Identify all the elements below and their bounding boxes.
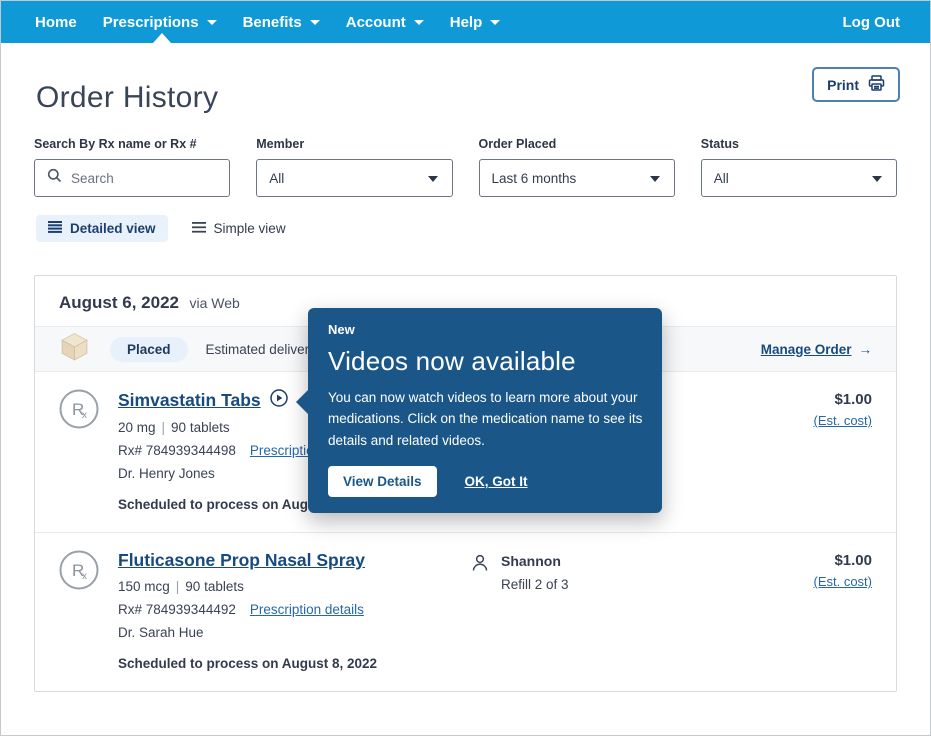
quantity: 90 tablets [185, 579, 244, 594]
svg-text:x: x [82, 410, 87, 421]
nav-item-account-label: Account [346, 14, 406, 31]
detailed-view-icon [48, 221, 62, 236]
nav-item-benefits[interactable]: Benefits [243, 1, 320, 43]
print-button[interactable]: Print [812, 67, 900, 102]
item-price: $1.00 [813, 391, 872, 408]
refill-status: Refill 2 of 3 [501, 577, 569, 592]
package-icon [59, 331, 90, 367]
simple-view-toggle[interactable]: Simple view [192, 221, 286, 236]
popup-actions: View Details OK, Got It [328, 466, 642, 497]
status-select[interactable]: All [701, 159, 897, 197]
filter-bar: Search By Rx name or Rx # Member All Ord… [1, 137, 930, 197]
rx-icon: R x [59, 389, 99, 512]
print-button-label: Print [827, 77, 859, 93]
logout-label: Log Out [843, 14, 900, 31]
view-toggle: Detailed view Simple view [1, 215, 930, 242]
manage-order-link[interactable]: Manage Order → [761, 342, 872, 357]
status-filter-label: Status [701, 137, 897, 151]
manage-order-label: Manage Order [761, 342, 852, 357]
estimated-cost-link[interactable]: (Est. cost) [813, 413, 872, 428]
ok-got-it-link[interactable]: OK, Got It [465, 474, 528, 489]
person-icon [470, 553, 490, 671]
chevron-down-icon [207, 20, 217, 25]
item-details: Fluticasone Prop Nasal Spray 150 mcg|90 … [118, 550, 470, 671]
estimated-delivery-text: Estimated delivery [206, 342, 316, 357]
filter-status: Status All [701, 137, 897, 197]
nav-item-benefits-label: Benefits [243, 14, 302, 31]
rx-icon: R x [59, 550, 99, 671]
top-nav: Home Prescriptions Benefits Account Help… [1, 1, 930, 43]
dose-quantity: 150 mcg|90 tablets [118, 579, 470, 594]
popup-title: Videos now available [328, 346, 642, 377]
member-name: Shannon [501, 553, 569, 569]
medication-name-link[interactable]: Simvastatin Tabs [118, 390, 261, 411]
view-details-button[interactable]: View Details [328, 466, 437, 497]
estimated-cost-link[interactable]: (Est. cost) [813, 574, 872, 589]
filter-search: Search By Rx name or Rx # [34, 137, 230, 197]
search-field [34, 159, 230, 197]
nav-item-help-label: Help [450, 14, 483, 31]
chevron-down-icon [490, 20, 500, 25]
arrow-right-icon: → [859, 342, 873, 357]
popup-new-tag: New [328, 322, 642, 337]
popup-arrow-left [296, 390, 308, 414]
nav-item-help[interactable]: Help [450, 1, 501, 43]
status-badge: Placed [110, 337, 188, 362]
price-column: $1.00 (Est. cost) [813, 550, 872, 671]
order-item-fluticasone: R x Fluticasone Prop Nasal Spray 150 mcg… [35, 533, 896, 691]
item-price: $1.00 [813, 552, 872, 569]
order-placed-filter-label: Order Placed [479, 137, 675, 151]
dose: 150 mcg [118, 579, 170, 594]
search-input[interactable] [71, 171, 211, 186]
order-history-page: Home Prescriptions Benefits Account Help… [0, 0, 931, 736]
order-channel: via Web [189, 295, 239, 311]
nav-item-prescriptions-label: Prescriptions [103, 14, 199, 31]
status-select-value: All [714, 171, 729, 186]
order-placed-select[interactable]: Last 6 months [479, 159, 675, 197]
filter-order-placed: Order Placed Last 6 months [479, 137, 675, 197]
search-icon [47, 168, 62, 188]
prescription-details-link[interactable]: Prescription details [250, 602, 364, 617]
doctor-name: Dr. Sarah Hue [118, 625, 470, 640]
quantity: 90 tablets [171, 420, 230, 435]
price-column: $1.00 (Est. cost) [813, 389, 872, 512]
popup-body-text: You can now watch videos to learn more a… [328, 387, 646, 451]
detailed-view-label: Detailed view [70, 221, 156, 236]
chevron-down-icon [428, 176, 438, 182]
page-title: Order History [36, 81, 218, 115]
order-date: August 6, 2022 [59, 293, 179, 312]
chevron-down-icon [650, 176, 660, 182]
nav-item-account[interactable]: Account [346, 1, 424, 43]
chevron-down-icon [414, 20, 424, 25]
nav-item-home[interactable]: Home [35, 1, 77, 43]
svg-text:x: x [82, 571, 87, 582]
active-nav-indicator [153, 33, 171, 43]
simple-view-label: Simple view [214, 221, 286, 236]
separator: | [170, 579, 186, 594]
separator: | [156, 420, 172, 435]
scheduled-text: Scheduled to process on August 8, 2022 [118, 656, 470, 671]
play-video-icon[interactable] [270, 389, 288, 412]
dose: 20 mg [118, 420, 156, 435]
simple-view-icon [192, 221, 206, 236]
order-placed-select-value: Last 6 months [492, 171, 577, 186]
member-column: Shannon Refill 2 of 3 [470, 550, 569, 671]
printer-icon [868, 75, 885, 94]
filter-member: Member All [256, 137, 452, 197]
logout-link[interactable]: Log Out [843, 1, 900, 43]
search-filter-label: Search By Rx name or Rx # [34, 137, 230, 151]
chevron-down-icon [310, 20, 320, 25]
member-filter-label: Member [256, 137, 452, 151]
rx-number: Rx# 784939344492 [118, 602, 236, 617]
page-header: Order History Print [1, 43, 930, 115]
member-select[interactable]: All [256, 159, 452, 197]
member-select-value: All [269, 171, 284, 186]
videos-popup: New Videos now available You can now wat… [308, 308, 662, 513]
chevron-down-icon [872, 176, 882, 182]
rx-number: Rx# 784939344498 [118, 443, 236, 458]
detailed-view-toggle[interactable]: Detailed view [36, 215, 168, 242]
medication-name-link[interactable]: Fluticasone Prop Nasal Spray [118, 550, 365, 571]
nav-item-home-label: Home [35, 14, 77, 31]
